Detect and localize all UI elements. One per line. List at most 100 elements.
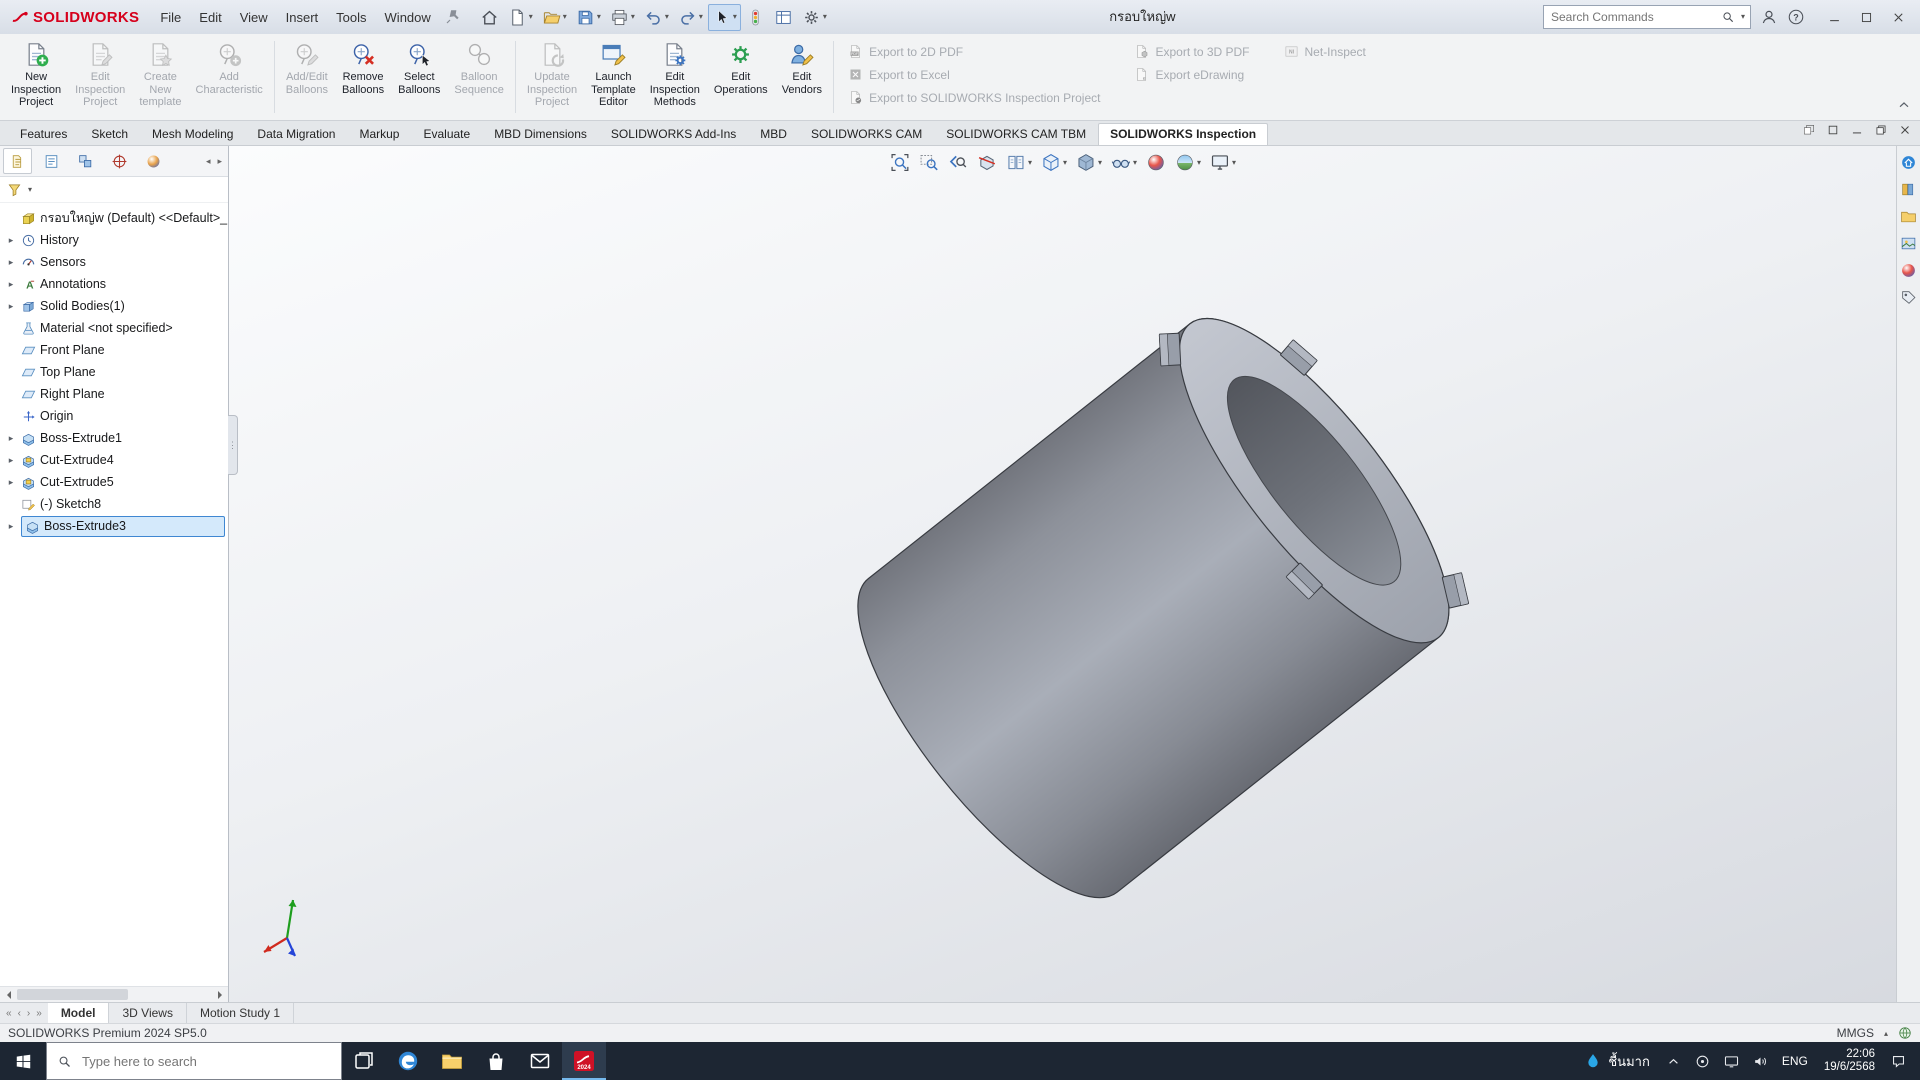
expand-arrow-icon[interactable]: ▸ bbox=[5, 279, 17, 290]
home-button[interactable] bbox=[476, 4, 503, 31]
section-view-button[interactable] bbox=[974, 151, 999, 174]
scroll-left-arrow[interactable] bbox=[0, 987, 15, 1002]
dimxpertmanager-tab[interactable] bbox=[105, 148, 134, 174]
tree-item-cut-extrude5[interactable]: ▸Cut-Extrude5 bbox=[0, 471, 228, 493]
view-orientation-button[interactable]: ▾ bbox=[1038, 151, 1069, 174]
search-caret-icon[interactable]: ▾ bbox=[1741, 13, 1745, 21]
displaymanager-tab[interactable] bbox=[139, 148, 168, 174]
display-tray-icon[interactable] bbox=[1717, 1042, 1746, 1080]
units-indicator[interactable]: MMGS bbox=[1837, 1026, 1874, 1040]
tab-mesh-modeling[interactable]: Mesh Modeling bbox=[140, 123, 245, 145]
file-explorer-app[interactable] bbox=[430, 1042, 474, 1080]
tab-sketch[interactable]: Sketch bbox=[79, 123, 140, 145]
tab-nav-next[interactable]: › bbox=[27, 1008, 30, 1019]
new-document-button-caret[interactable]: ▾ bbox=[529, 13, 533, 21]
solidworks-2024-app[interactable]: 2024 bbox=[562, 1042, 606, 1080]
close-document-button[interactable] bbox=[1898, 123, 1912, 137]
redo-button-caret[interactable]: ▾ bbox=[699, 13, 703, 21]
select-tool-button[interactable]: ▾ bbox=[708, 4, 741, 31]
tree-item-sketch8[interactable]: (-) Sketch8 bbox=[0, 493, 228, 515]
panel-horizontal-scrollbar[interactable] bbox=[0, 986, 228, 1002]
tree-item-front-plane[interactable]: Front Plane bbox=[0, 339, 228, 361]
tab-solidworks-cam[interactable]: SOLIDWORKS CAM bbox=[799, 123, 934, 145]
tree-item-boss-extrude1[interactable]: ▸Boss-Extrude1 bbox=[0, 427, 228, 449]
units-caret-icon[interactable]: ▴ bbox=[1884, 1029, 1888, 1038]
minimize-window-button[interactable] bbox=[1827, 10, 1842, 25]
new-inspection-project-button[interactable]: New Inspection Project bbox=[4, 36, 68, 118]
tab-solidworks-cam-tbm[interactable]: SOLIDWORKS CAM TBM bbox=[934, 123, 1098, 145]
options-button-caret[interactable]: ▾ bbox=[823, 13, 827, 21]
tab-mbd[interactable]: MBD bbox=[748, 123, 799, 145]
tab-evaluate[interactable]: Evaluate bbox=[411, 123, 482, 145]
tab-nav-last[interactable]: » bbox=[36, 1008, 42, 1019]
scrollbar-track[interactable] bbox=[15, 987, 213, 1002]
open-button[interactable]: ▾ bbox=[538, 4, 571, 31]
tree-item-origin[interactable]: Origin bbox=[0, 405, 228, 427]
task-view-button[interactable] bbox=[342, 1042, 386, 1080]
language-indicator[interactable]: ENG bbox=[1775, 1054, 1815, 1068]
redo-button[interactable]: ▾ bbox=[674, 4, 707, 31]
tab-solidworks-inspection[interactable]: SOLIDWORKS Inspection bbox=[1098, 123, 1268, 145]
featuremanager-tab[interactable] bbox=[3, 148, 32, 174]
tab-mbd-dimensions[interactable]: MBD Dimensions bbox=[482, 123, 599, 145]
save-button-caret[interactable]: ▾ bbox=[597, 13, 601, 21]
display-style-button[interactable]: ▾ bbox=[1073, 151, 1104, 174]
scrollbar-thumb[interactable] bbox=[17, 989, 128, 1000]
tree-item-top-plane[interactable]: Top Plane bbox=[0, 361, 228, 383]
user-account-icon[interactable] bbox=[1760, 8, 1778, 26]
expand-arrow-icon[interactable]: ▸ bbox=[5, 257, 17, 268]
expand-arrow-icon[interactable]: ▸ bbox=[5, 521, 17, 532]
3d-model-cylinder[interactable] bbox=[229, 146, 1896, 1002]
remove-balloons-button[interactable]: Remove Balloons bbox=[335, 36, 391, 118]
tab-solidworks-add-ins[interactable]: SOLIDWORKS Add-Ins bbox=[599, 123, 748, 145]
tree-item-material-not-specified[interactable]: Material <not specified> bbox=[0, 317, 228, 339]
hide-show-items-caret[interactable]: ▾ bbox=[1133, 159, 1137, 167]
edge-app[interactable] bbox=[386, 1042, 430, 1080]
annotation-views-caret[interactable]: ▾ bbox=[1028, 159, 1032, 167]
doc-tab-model[interactable]: Model bbox=[48, 1003, 110, 1023]
view-settings-button[interactable]: ▾ bbox=[1207, 151, 1238, 174]
expand-arrow-icon[interactable]: ▸ bbox=[5, 477, 17, 488]
start-button[interactable] bbox=[0, 1042, 46, 1080]
restore-document-button[interactable] bbox=[1874, 123, 1888, 137]
manager-tabs-scroll-left[interactable]: ◂ bbox=[206, 156, 211, 167]
save-button[interactable]: ▾ bbox=[572, 4, 605, 31]
undo-button[interactable]: ▾ bbox=[640, 4, 673, 31]
globe-status-icon[interactable] bbox=[1898, 1026, 1912, 1040]
design-library-tab[interactable] bbox=[1900, 181, 1917, 198]
annotation-views-button[interactable]: ▾ bbox=[1003, 151, 1034, 174]
command-search-input[interactable] bbox=[1549, 9, 1717, 25]
volume-tray-icon[interactable] bbox=[1746, 1042, 1775, 1080]
open-button-caret[interactable]: ▾ bbox=[563, 13, 567, 21]
edit-operations-button[interactable]: Edit Operations bbox=[707, 36, 775, 118]
undo-button-caret[interactable]: ▾ bbox=[665, 13, 669, 21]
tree-item-annotations[interactable]: ▸AAnnotations bbox=[0, 273, 228, 295]
menu-tools[interactable]: Tools bbox=[327, 5, 375, 30]
manager-tabs-scroll-right[interactable]: ▸ bbox=[217, 156, 222, 167]
new-document-button[interactable]: ▾ bbox=[504, 4, 537, 31]
tree-item-sensors[interactable]: ▸Sensors bbox=[0, 251, 228, 273]
rim-tab-1[interactable] bbox=[1159, 333, 1180, 366]
menu-edit[interactable]: Edit bbox=[190, 5, 230, 30]
taskbar-search-input[interactable] bbox=[80, 1053, 331, 1070]
file-properties-button[interactable] bbox=[770, 4, 797, 31]
graphics-area[interactable]: ▾ ▾ ▾ ▾ ▾ ▾ bbox=[229, 146, 1896, 1002]
apply-scene-button[interactable]: ▾ bbox=[1172, 151, 1203, 174]
menu-insert[interactable]: Insert bbox=[277, 5, 328, 30]
previous-view-button[interactable] bbox=[945, 151, 970, 174]
help-icon[interactable]: ? bbox=[1787, 8, 1805, 26]
view-orientation-caret[interactable]: ▾ bbox=[1063, 159, 1067, 167]
print-button[interactable]: ▾ bbox=[606, 4, 639, 31]
pin-menu-icon[interactable] bbox=[444, 8, 462, 26]
close-window-button[interactable] bbox=[1891, 10, 1906, 25]
zoom-to-area-button[interactable] bbox=[916, 151, 941, 174]
rebuild-status-button[interactable] bbox=[742, 4, 769, 31]
solidworks-resources-tab[interactable] bbox=[1900, 154, 1917, 171]
tab-nav-first[interactable]: « bbox=[6, 1008, 12, 1019]
menu-file[interactable]: File bbox=[151, 5, 190, 30]
expand-arrow-icon[interactable]: ▸ bbox=[5, 433, 17, 444]
view-settings-caret[interactable]: ▾ bbox=[1232, 159, 1236, 167]
tile-windows-icon[interactable] bbox=[1826, 123, 1840, 137]
tab-features[interactable]: Features bbox=[8, 123, 79, 145]
tree-item-boss-extrude3[interactable]: ▸Boss-Extrude3 bbox=[0, 515, 228, 537]
